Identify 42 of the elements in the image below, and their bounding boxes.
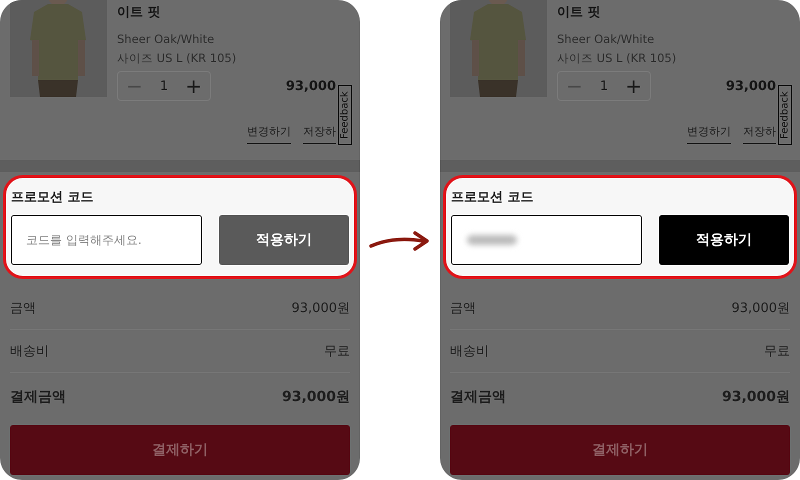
product-size: 사이즈 US L (KR 105)	[117, 50, 238, 67]
apply-button[interactable]: 적용하기	[659, 215, 789, 265]
product-size: 사이즈 US L (KR 105)	[557, 50, 678, 67]
apply-button[interactable]: 적용하기	[219, 215, 349, 265]
summary-label: 배송비	[450, 343, 489, 360]
quantity-value: 1	[600, 78, 608, 94]
summary-value: 무료	[764, 343, 790, 360]
summary-label: 결제금액	[450, 388, 506, 406]
feedback-tab[interactable]: Feedback	[778, 85, 792, 145]
product-price: 93,000	[286, 78, 336, 94]
promo-code-field[interactable]: 코드를 입력해주세요.	[11, 215, 202, 265]
product-color: Sheer Oak/White	[117, 31, 216, 48]
checkout-button[interactable]: 결제하기	[450, 425, 790, 475]
text-link[interactable]: 변경하기	[247, 124, 291, 144]
summary-label: 배송비	[10, 343, 49, 360]
decrement-button[interactable]: −	[124, 76, 145, 96]
blurred-value	[467, 235, 517, 245]
product-name: 이트 핏	[557, 4, 602, 21]
product-price: 93,000	[726, 78, 776, 94]
decrement-button[interactable]: −	[564, 76, 585, 96]
summary-label: 금액	[10, 300, 36, 317]
checkout-button[interactable]: 결제하기	[10, 425, 350, 475]
summary-label: 결제금액	[10, 388, 66, 406]
text-link[interactable]: 변경하기	[687, 124, 731, 144]
summary-label: 금액	[450, 300, 476, 317]
summary-value: 무료	[324, 343, 350, 360]
increment-button[interactable]: +	[623, 76, 644, 96]
promo-title: 프로모션 코드	[11, 189, 95, 206]
feedback-tab[interactable]: Feedback	[338, 85, 352, 145]
text-link[interactable]: 저장하	[303, 124, 336, 144]
summary-value: 93,000원	[732, 300, 790, 317]
quantity-value: 1	[160, 78, 168, 94]
increment-button[interactable]: +	[183, 76, 204, 96]
summary-value: 93,000원	[722, 388, 790, 406]
summary-value: 93,000원	[292, 300, 350, 317]
promo-code-field[interactable]	[451, 215, 642, 265]
summary-value: 93,000원	[282, 388, 350, 406]
arrow	[369, 231, 429, 251]
product-color: Sheer Oak/White	[557, 31, 656, 48]
promo-title: 프로모션 코드	[451, 189, 535, 206]
product-name: 이트 핏	[117, 4, 162, 21]
text-link[interactable]: 저장하	[743, 124, 776, 144]
